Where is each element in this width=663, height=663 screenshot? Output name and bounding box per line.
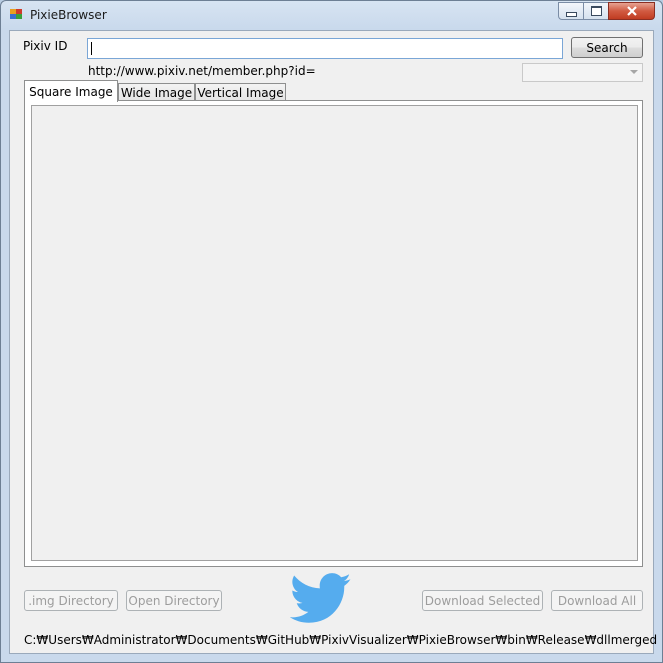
tab-panel xyxy=(24,100,643,567)
image-type-dropdown[interactable] xyxy=(522,63,643,82)
chevron-down-icon xyxy=(630,70,638,74)
maximize-button[interactable] xyxy=(583,2,609,20)
minimize-button[interactable] xyxy=(558,2,584,20)
img-directory-button[interactable]: .img Directory xyxy=(24,590,118,611)
download-all-button[interactable]: Download All xyxy=(551,590,643,611)
twitter-bird-icon[interactable] xyxy=(290,573,352,625)
pixiv-id-label: Pixiv ID xyxy=(23,39,68,53)
minimize-icon xyxy=(565,11,577,17)
status-path-text: C:₩Users₩Administrator₩Documents₩GitHub₩… xyxy=(24,633,658,647)
close-icon xyxy=(626,6,637,16)
client-area: Pixiv ID Search http://www.pixiv.net/mem… xyxy=(9,30,658,654)
window-title: PixieBrowser xyxy=(30,8,107,22)
maximize-icon xyxy=(590,6,602,16)
tab-square-image[interactable]: Square Image xyxy=(24,80,118,102)
title-bar[interactable]: PixieBrowser xyxy=(1,1,662,29)
search-button[interactable]: Search xyxy=(571,37,643,58)
pixiv-id-input[interactable] xyxy=(87,38,563,59)
open-directory-button[interactable]: Open Directory xyxy=(126,590,222,611)
app-icon xyxy=(10,9,23,20)
download-selected-button[interactable]: Download Selected xyxy=(422,590,543,611)
app-window: PixieBrowser Pixiv ID Search http://www.… xyxy=(0,0,663,663)
member-url-text: http://www.pixiv.net/member.php?id= xyxy=(88,64,316,78)
image-display-panel[interactable] xyxy=(31,105,638,561)
text-caret xyxy=(91,42,92,55)
close-button[interactable] xyxy=(608,2,655,20)
